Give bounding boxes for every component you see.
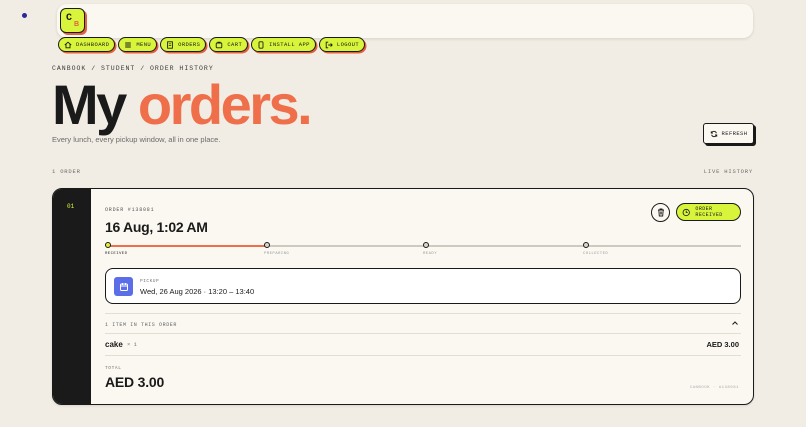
nav-label: CART	[227, 41, 243, 48]
item-qty: × 1	[127, 341, 137, 348]
total-label: TOTAL	[105, 366, 122, 371]
status-badge: ORDER RECEIVED	[676, 203, 741, 221]
refresh-icon	[710, 130, 717, 137]
logo-sub: B	[74, 21, 80, 28]
nav-cart-button[interactable]: CART	[209, 37, 249, 52]
pickup-time: Wed, 26 Aug 2026 · 13:20 – 13:40	[140, 287, 255, 296]
page-subtitle: Every lunch, every pickup window, all in…	[52, 135, 221, 144]
divider	[105, 313, 741, 314]
divider	[105, 355, 741, 356]
pickup-box: PICKUP Wed, 26 Aug 2026 · 13:20 – 13:40	[105, 268, 741, 304]
step-marker-preparing	[264, 242, 270, 248]
receipt-icon	[167, 40, 173, 49]
step-marker-received	[105, 242, 111, 248]
order-footer: CANBOOK · #138081	[689, 386, 739, 390]
trash-icon	[657, 208, 664, 217]
logo-letter: C	[66, 13, 73, 24]
progress-fill	[107, 245, 267, 247]
menu-icon	[125, 42, 132, 47]
item-name: cake	[105, 340, 123, 349]
step-label-ready: READY	[423, 252, 438, 256]
live-history-label: LIVE HISTORY	[703, 168, 753, 175]
refresh-label: REFRESH	[721, 130, 748, 137]
cart-icon	[216, 41, 223, 48]
logout-icon	[325, 41, 333, 48]
divider	[105, 333, 741, 334]
nav-label: DASHBOARD	[76, 41, 110, 48]
order-card: 01 ORDER #138081 16 Aug, 1:02 AM ORDER R…	[52, 188, 754, 405]
nav-logout-button[interactable]: LOGOUT	[318, 37, 366, 52]
pickup-label: PICKUP	[140, 279, 160, 284]
status-label: ORDER RECEIVED	[695, 206, 723, 218]
delete-order-button[interactable]	[651, 203, 670, 222]
nav-install-app-button[interactable]: INSTALL APP	[251, 37, 316, 52]
nav-label: INSTALL APP	[269, 41, 310, 48]
nav-menu-button[interactable]: MENU	[118, 37, 158, 52]
page-title-accent: orders.	[137, 73, 313, 136]
clock-icon	[682, 208, 690, 216]
step-label-collected: COLLECTED	[583, 252, 609, 256]
item-price: AED 3.00	[706, 340, 739, 349]
page-title: My orders.	[52, 72, 313, 138]
order-index: 01	[67, 203, 75, 210]
step-marker-ready	[423, 242, 429, 248]
breadcrumb: CANBOOK / STUDENT / ORDER HISTORY	[52, 65, 214, 72]
order-count: 1 ORDER	[52, 168, 81, 175]
home-icon	[64, 41, 72, 48]
nav-dashboard-button[interactable]: DASHBOARD	[58, 37, 116, 52]
nav-label: LOGOUT	[336, 41, 360, 48]
page-title-main: My	[52, 73, 127, 136]
nav-label: ORDERS	[178, 41, 201, 48]
chevron-up-icon[interactable]	[731, 319, 739, 327]
step-label-preparing: PREPARING	[264, 252, 290, 256]
total-value: AED 3.00	[105, 374, 165, 390]
nav-label: MENU	[136, 41, 152, 48]
calendar-icon	[114, 277, 133, 296]
top-bar	[57, 4, 753, 38]
nav-orders-button[interactable]: ORDERS	[160, 37, 207, 52]
phone-icon	[258, 40, 264, 49]
items-header: 1 ITEM IN THIS ORDER	[105, 322, 178, 328]
step-label-received: RECEIVED	[105, 252, 128, 256]
main-nav: DASHBOARD MENU ORDERS CART INSTALL APP L…	[58, 37, 366, 52]
order-number: ORDER #138081	[105, 207, 155, 213]
refresh-button[interactable]: REFRESH	[703, 123, 754, 144]
app-logo[interactable]: C B	[60, 8, 85, 33]
status-dot	[22, 13, 27, 18]
order-date: 16 Aug, 1:02 AM	[105, 219, 208, 235]
step-marker-collected	[583, 242, 589, 248]
order-card-sidebar: 01	[53, 189, 91, 404]
